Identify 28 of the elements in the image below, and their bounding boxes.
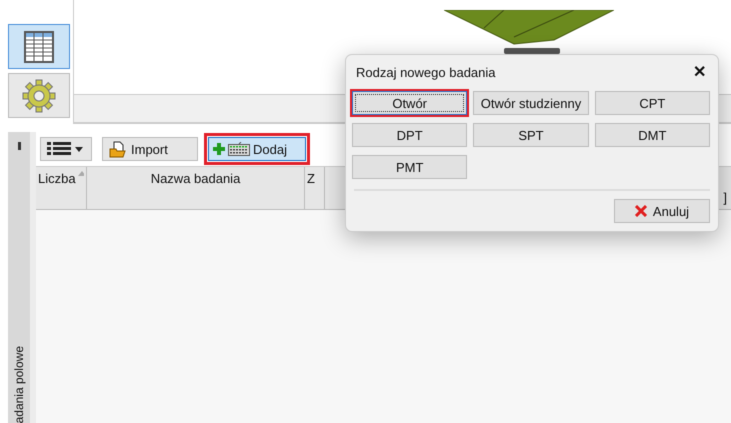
list-menu-button[interactable]	[40, 137, 92, 161]
close-button[interactable]: ✕	[689, 62, 710, 82]
add-button[interactable]: Dodaj	[208, 137, 306, 161]
option-button[interactable]: Otwór studzienny	[473, 91, 589, 115]
option-button[interactable]: SPT	[473, 123, 589, 147]
sidebar-button[interactable]	[8, 24, 70, 69]
sidebar-button[interactable]	[8, 73, 70, 118]
folder-icon	[109, 140, 127, 158]
grip-icon	[18, 142, 20, 150]
gear-icon	[22, 78, 56, 112]
option-button[interactable]: DMT	[594, 123, 710, 147]
column-header[interactable]: Z	[305, 167, 325, 209]
keyboard-icon	[228, 142, 250, 156]
option-button[interactable]: Otwór	[352, 91, 468, 115]
plus-icon	[213, 143, 225, 155]
option-button[interactable]: DPT	[352, 123, 468, 147]
x-icon	[634, 205, 647, 217]
caret-icon	[75, 146, 83, 152]
table-icon	[24, 30, 54, 62]
panel-tab-label[interactable]: adania polowe	[12, 346, 26, 423]
cancel-button[interactable]: Anuluj	[614, 199, 710, 223]
option-button[interactable]: CPT	[594, 91, 710, 115]
column-header[interactable]: Liczba	[36, 167, 87, 209]
import-button[interactable]: Import	[102, 137, 198, 161]
option-button[interactable]: PMT	[352, 155, 468, 179]
list-icon	[47, 142, 71, 156]
column-header[interactable]: Nazwa badania	[87, 167, 305, 209]
dialog-title: Rodzaj nowego badania	[356, 64, 496, 80]
